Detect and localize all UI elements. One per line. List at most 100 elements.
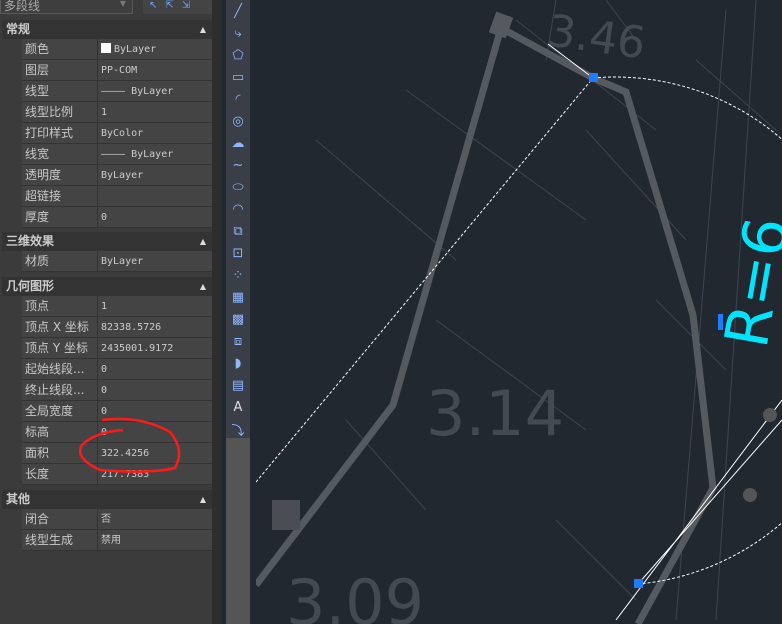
object-type-dropdown[interactable]: 多段线 ▼ xyxy=(0,0,133,14)
property-value-text: ———— ByLayer xyxy=(101,86,174,97)
make-block-icon[interactable]: ⊡ xyxy=(226,242,250,264)
toggle-pickadd-icon[interactable]: ⇲ xyxy=(182,0,190,14)
panel-scrollbar[interactable] xyxy=(212,0,222,624)
property-label: 起始线段... xyxy=(22,359,98,379)
table-icon[interactable]: ▤ xyxy=(226,374,250,396)
property-value[interactable]: 82338.5726 xyxy=(98,317,212,337)
property-value[interactable]: 0 xyxy=(98,401,212,421)
polygon-icon[interactable]: ⬠ xyxy=(226,44,250,66)
drawing-canvas[interactable]: 3.46 3.14 3.09 R=6 xyxy=(256,0,782,624)
property-value[interactable]: 322.4256 xyxy=(98,443,212,463)
property-label: 透明度 xyxy=(22,165,98,185)
property-label: 材质 xyxy=(22,251,98,271)
property-row[interactable]: 超链接 xyxy=(22,186,212,207)
background-linework xyxy=(315,0,777,621)
region-icon[interactable]: ⧈ xyxy=(226,330,250,352)
collapse-icon[interactable]: ▲ xyxy=(200,277,206,296)
property-value[interactable]: 0 xyxy=(98,380,212,400)
property-value[interactable]: 217.7383 xyxy=(98,464,212,484)
section-header[interactable]: 常规 ▲ xyxy=(2,20,212,39)
property-value-text: PP-COM xyxy=(101,65,138,76)
property-row[interactable]: 顶点 Y 坐标 2435001.9172 xyxy=(22,338,212,359)
property-value[interactable]: ———— ByLayer xyxy=(98,144,212,164)
property-row[interactable]: 终止线段... 0 xyxy=(22,380,212,401)
property-label: 顶点 X 坐标 xyxy=(22,317,98,337)
property-value-text: 1 xyxy=(101,301,108,312)
property-row[interactable]: 闭合否 xyxy=(22,509,212,530)
parcel-label: 3.14 xyxy=(426,377,564,450)
property-value[interactable]: 0 xyxy=(98,207,212,227)
arc-icon[interactable]: ◜ xyxy=(226,88,250,110)
property-value[interactable]: ———— ByLayer xyxy=(98,81,212,101)
multiline-text-icon[interactable]: A xyxy=(226,396,250,418)
toolbar-scrollbar[interactable] xyxy=(226,438,250,624)
property-value[interactable]: 1 xyxy=(98,296,212,316)
property-row[interactable]: 透明度 ByLayer xyxy=(22,165,212,186)
rectangle-icon[interactable]: ▭ xyxy=(226,66,250,88)
quick-select-icon[interactable]: ⇱ xyxy=(165,0,173,14)
property-value[interactable]: 1 xyxy=(98,102,212,122)
property-row[interactable]: 起始线段... 0 xyxy=(22,359,212,380)
ellipse-icon[interactable]: ⬭ xyxy=(226,176,250,198)
add-selected-icon[interactable]: ⤵ xyxy=(226,418,250,440)
collapse-icon[interactable]: ▲ xyxy=(200,232,206,251)
property-value[interactable]: PP-COM xyxy=(98,60,212,80)
select-objects-icon[interactable]: ↖ xyxy=(149,0,157,14)
property-value[interactable]: ByLayer xyxy=(98,165,212,185)
polyline-icon[interactable]: ⤷ xyxy=(226,22,250,44)
property-label: 终止线段... xyxy=(22,380,98,400)
section-header[interactable]: 三维效果 ▲ xyxy=(2,232,212,251)
survey-marker xyxy=(763,408,777,422)
property-row[interactable]: 长度 217.7383 xyxy=(22,464,212,485)
gradient-icon[interactable]: ▩ xyxy=(226,308,250,330)
property-row[interactable]: 顶点 X 坐标 82338.5726 xyxy=(22,317,212,338)
property-value[interactable]: ByColor xyxy=(98,123,212,143)
property-row[interactable]: 线型比例 1 xyxy=(22,102,212,123)
property-row[interactable]: 材质 ByLayer xyxy=(22,251,212,272)
insert-block-icon[interactable]: ⧉ xyxy=(226,220,250,242)
spline-icon[interactable]: ∼ xyxy=(226,154,250,176)
polyline-boundary[interactable] xyxy=(256,22,717,624)
property-row[interactable]: 图层 PP-COM xyxy=(22,60,212,81)
survey-marker xyxy=(743,488,757,502)
ellipse-arc-icon[interactable]: ◠ xyxy=(226,198,250,220)
wipeout-icon[interactable]: ◗ xyxy=(226,352,250,374)
property-row[interactable]: 标高 0 xyxy=(22,422,212,443)
collapse-icon[interactable]: ▲ xyxy=(200,20,206,39)
grip-point[interactable] xyxy=(589,73,598,82)
property-value[interactable]: 0 xyxy=(98,422,212,442)
property-value-text: 否 xyxy=(101,514,111,525)
property-row[interactable]: 顶点 1 xyxy=(22,296,212,317)
property-value[interactable] xyxy=(98,186,212,206)
revision-cloud-icon[interactable]: ☁ xyxy=(226,132,250,154)
property-value[interactable]: ByLayer xyxy=(98,251,212,271)
property-row[interactable]: 线型 ———— ByLayer xyxy=(22,81,212,102)
property-row[interactable]: 厚度 0 xyxy=(22,207,212,228)
property-label: 超链接 xyxy=(22,186,98,206)
block-symbol-2 xyxy=(272,500,300,530)
property-row[interactable]: 打印样式 ByColor xyxy=(22,123,212,144)
property-value[interactable]: 禁用 xyxy=(98,530,212,550)
hatch-icon[interactable]: ▦ xyxy=(226,286,250,308)
chevron-down-icon: ▼ xyxy=(119,0,126,8)
collapse-icon[interactable]: ▲ xyxy=(200,490,206,509)
property-row[interactable]: 线宽 ———— ByLayer xyxy=(22,144,212,165)
property-value[interactable]: 2435001.9172 xyxy=(98,338,212,358)
property-row[interactable]: 面积 322.4256 xyxy=(22,443,212,464)
property-value[interactable]: 否 xyxy=(98,509,212,529)
property-value-text: ———— ByLayer xyxy=(101,149,174,160)
circle-icon[interactable]: ◎ xyxy=(226,110,250,132)
property-label: 线型生成 xyxy=(22,530,98,550)
property-value[interactable]: ByLayer xyxy=(98,39,212,59)
section-header[interactable]: 其他 ▲ xyxy=(2,490,212,509)
section-header[interactable]: 几何图形 ▲ xyxy=(2,277,212,296)
point-icon[interactable]: ⁘ xyxy=(226,264,250,286)
line-icon[interactable]: ╱ xyxy=(226,0,250,22)
section-title: 三维效果 xyxy=(6,234,55,248)
row-gutter xyxy=(2,296,22,485)
grip-point[interactable] xyxy=(634,579,643,588)
property-row[interactable]: 颜色 ByLayer xyxy=(22,39,212,60)
property-row[interactable]: 全局宽度 0 xyxy=(22,401,212,422)
property-value[interactable]: 0 xyxy=(98,359,212,379)
property-row[interactable]: 线型生成 禁用 xyxy=(22,530,212,551)
